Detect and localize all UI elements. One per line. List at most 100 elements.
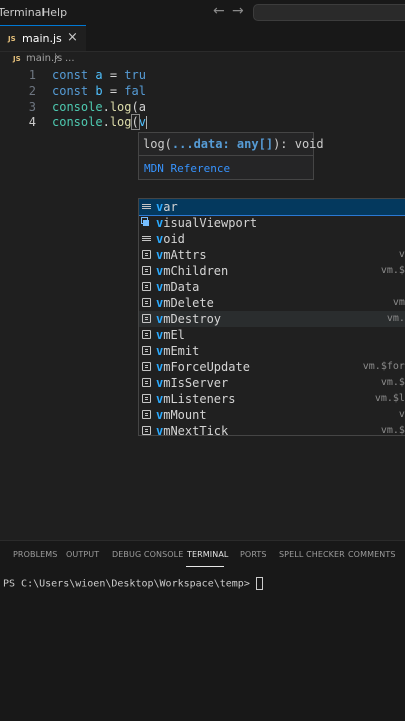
divider	[139, 155, 313, 156]
suggestion-detail: vm.$chil	[381, 263, 405, 279]
terminal-prompt[interactable]: PS C:\Users\wioen\Desktop\Workspace\temp…	[3, 577, 263, 590]
code-editor[interactable]: 1 const a = tru 2 const b = fal 3 consol…	[0, 68, 405, 538]
suggestion-item[interactable]: vmNextTick vm.$next	[139, 423, 405, 436]
suggestion-item[interactable]: vmChildren vm.$chil	[139, 263, 405, 279]
panel-tab-bar: PROBLEMS OUTPUT DEBUG CONSOLE TERMINAL P…	[0, 547, 405, 563]
tab-terminal[interactable]: TERMINAL	[187, 550, 228, 559]
close-icon[interactable]: ×	[67, 30, 78, 45]
suggestion-label: vmEmit	[156, 343, 199, 359]
property-icon	[142, 330, 151, 339]
suggestion-item[interactable]: vmDelete vm.$de	[139, 295, 405, 311]
suggestion-detail: vm.$des	[387, 311, 405, 327]
signature-help-popup: log(...data: any[]): void MDN Reference	[138, 132, 314, 180]
suggestion-item[interactable]: vmElvm	[139, 327, 405, 343]
identifier: b	[95, 84, 102, 98]
terminal-cursor	[256, 577, 263, 590]
suggestion-label: vmDestroy	[156, 311, 221, 327]
line-number: 1	[20, 67, 36, 83]
property-icon	[142, 426, 151, 435]
keyword-icon	[142, 236, 151, 241]
suggestion-item[interactable]: vmMountvm.$m	[139, 407, 405, 423]
suggestion-item[interactable]: vmAttrs vm.$a	[139, 247, 405, 263]
mdn-reference-link[interactable]: MDN Reference	[144, 162, 230, 175]
property-icon	[142, 282, 151, 291]
function-name: log	[110, 100, 132, 114]
active-tab-indicator	[186, 566, 224, 567]
suggestion-label: vmIsServer	[156, 375, 228, 391]
operator: =	[110, 84, 117, 98]
keyword-icon	[142, 204, 151, 209]
suggestion-detail: vm.$next	[381, 423, 405, 436]
line-number: 4	[20, 114, 36, 130]
code-line[interactable]: 2 const b = fal	[0, 83, 405, 99]
suggestion-detail: vm.$de	[393, 295, 405, 311]
property-icon	[142, 314, 151, 323]
line-number: 2	[20, 83, 36, 99]
keyword: const	[52, 84, 88, 98]
typed-text: v	[139, 115, 146, 129]
property-icon	[142, 410, 151, 419]
chevron-right-icon: ›	[55, 52, 59, 63]
bottom-panel: PROBLEMS OUTPUT DEBUG CONSOLE TERMINAL P…	[0, 540, 405, 721]
suggestion-item[interactable]: void	[139, 231, 405, 247]
text-cursor	[146, 116, 147, 129]
suggestion-item[interactable]: vmDestroy vm.$des	[139, 311, 405, 327]
tab-main-js[interactable]: JS main.js ×	[0, 25, 86, 51]
literal: fal	[124, 84, 146, 98]
editor-tab-bar: JS main.js ×	[0, 25, 405, 52]
suggestion-detail: vm.$isSe	[381, 375, 405, 391]
suggestion-item[interactable]: vmEmitvm.$	[139, 343, 405, 359]
tab-problems[interactable]: PROBLEMS	[13, 550, 57, 559]
identifier: a	[95, 68, 102, 82]
breadcrumb: JS main.js › ...	[0, 52, 405, 68]
property-icon	[142, 346, 151, 355]
tab-label: main.js	[22, 32, 62, 45]
suggestion-label: visualViewport	[156, 215, 257, 231]
suggestion-label: vmChildren	[156, 263, 228, 279]
literal: tru	[124, 68, 146, 82]
suggestion-item[interactable]: visualViewport	[139, 215, 405, 231]
tab-output[interactable]: OUTPUT	[66, 550, 99, 559]
suggestion-label: vmForceUpdate	[156, 359, 250, 375]
active-parameter: ...data: any[]	[172, 137, 273, 151]
suggestion-item[interactable]: vmIsServer vm.$isSe	[139, 375, 405, 391]
tab-debug-console[interactable]: DEBUG CONSOLE	[112, 550, 183, 559]
menu-help[interactable]: Help	[42, 6, 67, 19]
code-line[interactable]: 3 console.log(a	[0, 99, 405, 115]
suggestion-item[interactable]: vmDatavm.$	[139, 279, 405, 295]
tab-spell-checker[interactable]: SPELL CHECKER	[279, 550, 345, 559]
suggestion-label: vmEl	[156, 327, 185, 343]
suggestion-item[interactable]: vmForceUpdatevm.$forceUp	[139, 359, 405, 375]
property-icon	[142, 266, 151, 275]
breadcrumb-symbol[interactable]: ...	[65, 53, 75, 64]
signature-label: log(...data: any[]): void	[143, 137, 324, 151]
matching-paren: (	[132, 115, 139, 129]
suggestion-detail: vm.$liste	[375, 391, 405, 407]
suggestion-detail: vm.$a	[399, 247, 405, 263]
function-name: log	[110, 115, 132, 129]
back-arrow-icon[interactable]: ←	[213, 3, 225, 19]
property-icon	[142, 250, 151, 259]
tab-comments[interactable]: COMMENTS	[348, 550, 396, 559]
property-icon	[142, 298, 151, 307]
suggestion-label: vmListeners	[156, 391, 235, 407]
suggestion-label: vmNextTick	[156, 423, 228, 436]
suggestion-label: void	[156, 231, 185, 247]
forward-arrow-icon[interactable]: →	[232, 3, 244, 19]
suggestion-label: vmDelete	[156, 295, 214, 311]
menu-terminal[interactable]: Terminal	[0, 6, 45, 19]
suggestion-label: vmData	[156, 279, 199, 295]
command-center-search[interactable]	[253, 4, 405, 21]
suggestion-item[interactable]: var	[139, 199, 405, 215]
operator: =	[110, 68, 117, 82]
suggestion-label: vmAttrs	[156, 247, 207, 263]
variable-icon	[143, 220, 149, 226]
identifier: console	[52, 115, 103, 129]
property-icon	[142, 378, 151, 387]
suggestion-list[interactable]: varvisualViewportvoidvmAttrsvm.$avmChild…	[138, 198, 405, 436]
property-icon	[142, 394, 151, 403]
code-line-active[interactable]: 4 console.log(v	[0, 114, 405, 130]
tab-ports[interactable]: PORTS	[240, 550, 267, 559]
code-line[interactable]: 1 const a = tru	[0, 67, 405, 83]
suggestion-item[interactable]: vmListeners vm.$liste	[139, 391, 405, 407]
